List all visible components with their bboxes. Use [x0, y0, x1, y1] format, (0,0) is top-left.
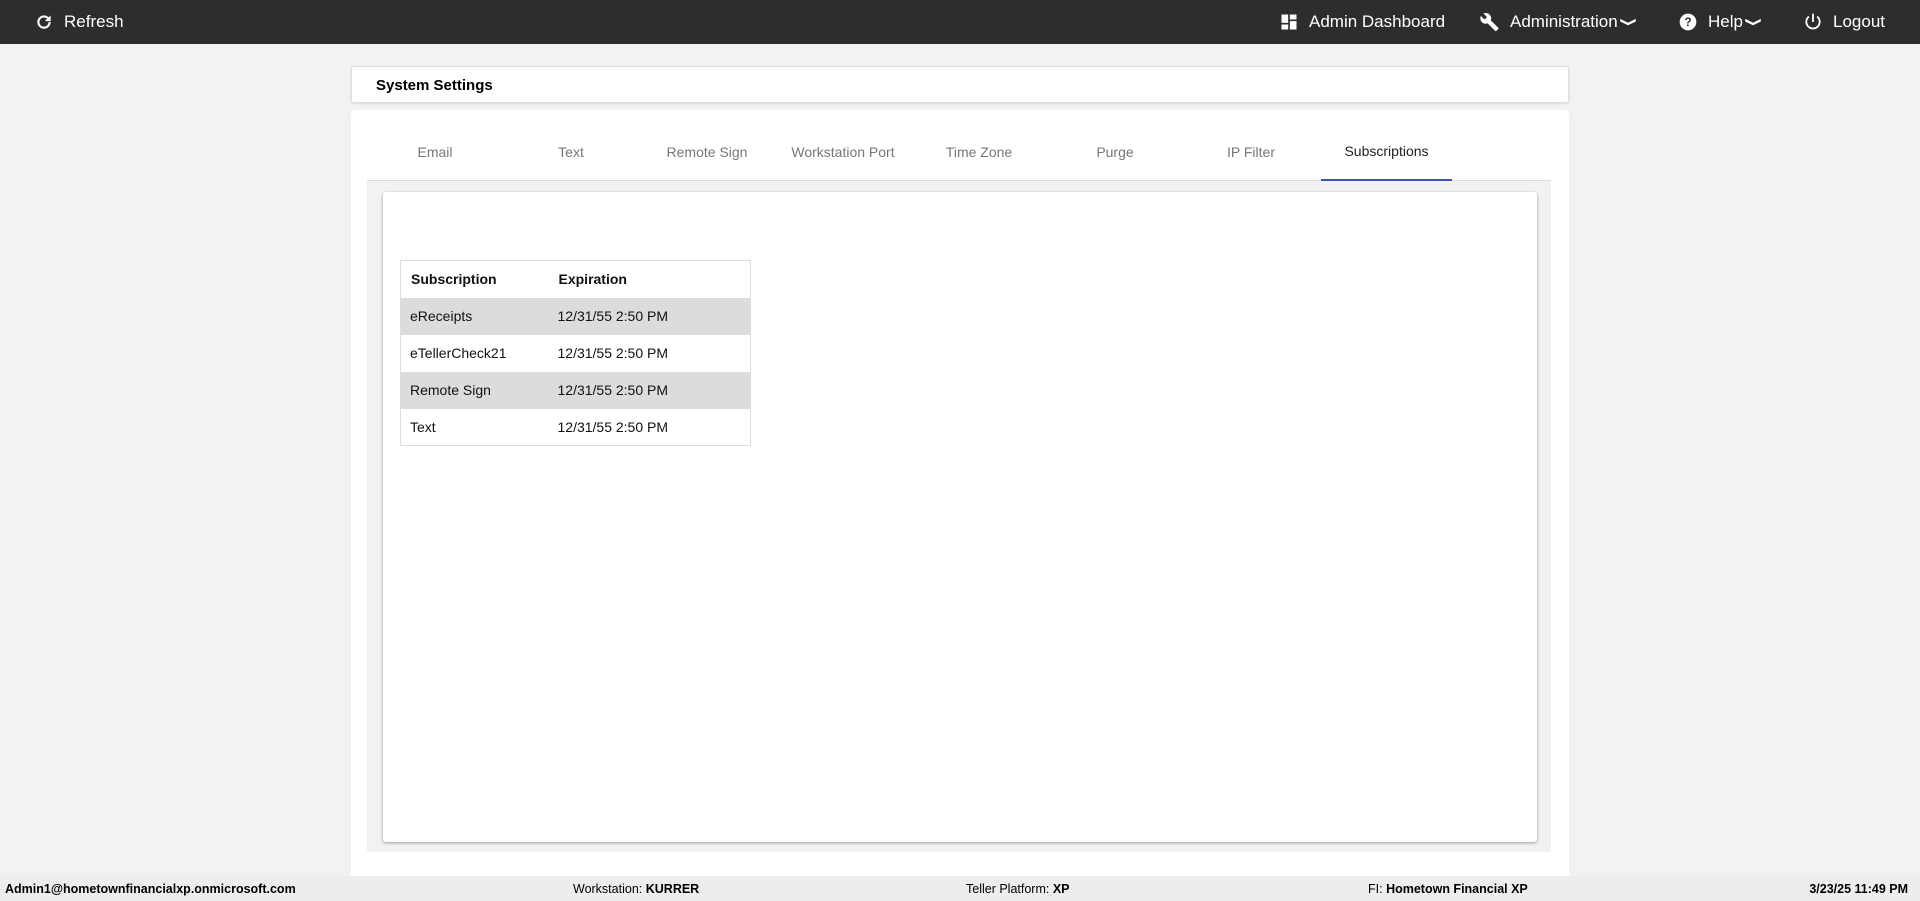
administration-label: Administration [1510, 12, 1618, 31]
refresh-icon [37, 15, 51, 29]
platform-label: Teller Platform: [966, 882, 1050, 896]
subscription-cell: eReceipts [400, 297, 549, 335]
power-icon [1805, 13, 1821, 30]
platform-value: XP [1052, 882, 1070, 896]
column-header-expiration: Expiration [558, 271, 627, 288]
administration-menu[interactable]: Administration ❯ [1480, 0, 1638, 44]
settings-panel: Email Text Remote Sign Workstation Port … [351, 110, 1569, 880]
tab-time-zone[interactable]: Time Zone [911, 110, 1047, 181]
tab-email[interactable]: Email [367, 110, 503, 181]
page-title: System Settings [376, 77, 493, 94]
refresh-label: Refresh [64, 12, 124, 31]
svg-text:?: ? [1684, 16, 1691, 29]
subscription-cell: Remote Sign [400, 371, 549, 409]
table-header-row: Subscription Expiration [401, 261, 751, 298]
tab-ip-filter[interactable]: IP Filter [1183, 110, 1319, 181]
table-row: eTellerCheck21 12/31/55 2:50 PM [401, 335, 751, 372]
tab-text[interactable]: Text [503, 110, 639, 181]
user-email: Admin1@hometownfinancialxp.onmicrosoft.c… [5, 882, 296, 896]
table-row: Text 12/31/55 2:50 PM [401, 409, 751, 446]
table-row: Remote Sign 12/31/55 2:50 PM [400, 371, 751, 409]
expiration-cell: 12/31/55 2:50 PM [548, 297, 751, 335]
page-title-card: System Settings [351, 66, 1569, 103]
help-icon: ? [1679, 13, 1697, 31]
tab-workstation-port[interactable]: Workstation Port [775, 110, 911, 181]
table-row: eReceipts 12/31/55 2:50 PM [400, 297, 751, 335]
tab-purge[interactable]: Purge [1047, 110, 1183, 181]
fi-value: Hometown Financial XP [1386, 882, 1528, 896]
refresh-button[interactable]: Refresh [34, 0, 124, 44]
admin-dashboard-button[interactable]: Admin Dashboard [1279, 0, 1445, 44]
column-header-subscription: Subscription [411, 271, 497, 288]
workstation-label: Workstation: [573, 882, 643, 896]
subscriptions-card: Subscription Expiration eReceipts 12/31/5… [383, 192, 1537, 842]
help-label: Help [1708, 12, 1743, 31]
expiration-cell: 12/31/55 2:50 PM [548, 371, 751, 409]
tab-content-area: Subscription Expiration eReceipts 12/31/5… [367, 181, 1551, 852]
dashboard-icon [1281, 14, 1297, 30]
subscriptions-table: Subscription Expiration eReceipts 12/31/5… [400, 260, 751, 446]
subscription-cell: eTellerCheck21 [410, 345, 507, 361]
workstation-value: KURRER [645, 882, 700, 896]
chevron-down-icon: ❯ [1619, 16, 1638, 28]
subscription-cell: Text [410, 418, 436, 435]
expiration-cell: 12/31/55 2:50 PM [557, 345, 669, 361]
status-bar: Admin1@hometownfinancialxp.onmicrosoft.c… [0, 876, 1920, 901]
datetime: 3/23/25 11:49 PM [1809, 882, 1908, 896]
fi-label: FI: [1368, 882, 1383, 896]
settings-tabs: Email Text Remote Sign Workstation Port … [367, 110, 1551, 181]
help-menu[interactable]: ? Help ❯ [1678, 0, 1763, 44]
logout-label: Logout [1833, 12, 1885, 31]
wrench-icon [1480, 12, 1499, 32]
expiration-cell: 12/31/55 2:50 PM [557, 418, 669, 435]
tab-subscriptions[interactable]: Subscriptions [1321, 110, 1452, 181]
admin-dashboard-label: Admin Dashboard [1309, 12, 1446, 31]
logout-button[interactable]: Logout [1803, 0, 1885, 44]
top-bar: Refresh Admin Dashboard Administration ❯… [0, 0, 1920, 44]
tab-remote-sign[interactable]: Remote Sign [639, 110, 775, 181]
chevron-down-icon: ❯ [1744, 16, 1764, 28]
